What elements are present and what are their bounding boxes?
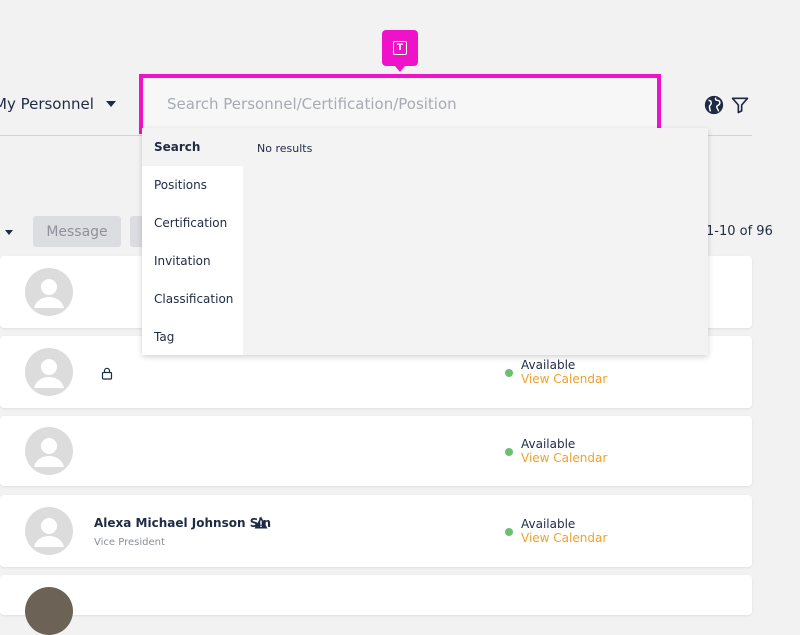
scope-label: My Personnel [0, 95, 94, 113]
availability-status: Available [521, 517, 576, 531]
category-positions[interactable]: Positions [142, 166, 243, 204]
lock-icon [101, 367, 113, 380]
person-name[interactable]: Alexa Michael Johnson Sln [94, 516, 271, 530]
search-box[interactable] [139, 74, 661, 134]
user-placeholder-icon [34, 518, 64, 547]
globe-icon[interactable] [703, 94, 725, 116]
avatar [25, 268, 73, 316]
warning-icon [254, 516, 268, 529]
chevron-down-icon [105, 101, 116, 107]
category-search[interactable]: Search [142, 128, 243, 166]
pagination-count: 1-10 of 96 [706, 224, 773, 239]
message-button[interactable]: Message [33, 216, 121, 247]
personnel-card[interactable]: Alexa Michael Johnson Sln Vice President… [0, 495, 752, 567]
no-results-text: No results [257, 142, 313, 155]
view-calendar-link[interactable]: View Calendar [521, 372, 607, 386]
avatar [25, 587, 73, 635]
search-dropdown: Search Positions Certification Invitatio… [142, 128, 708, 355]
category-invitation[interactable]: Invitation [142, 242, 243, 280]
category-certification[interactable]: Certification [142, 204, 243, 242]
bulk-select-chevron-icon[interactable] [5, 230, 13, 235]
user-placeholder-icon [34, 279, 64, 308]
availability-status: Available [521, 437, 576, 451]
user-placeholder-icon [34, 438, 64, 467]
person-title: Vice President [94, 537, 165, 548]
personnel-scope-selector[interactable]: My Personnel [0, 95, 116, 113]
avatar [25, 427, 73, 475]
availability-status: Available [521, 358, 576, 372]
status-dot [505, 528, 513, 536]
filter-icon[interactable] [730, 95, 750, 115]
text-field-icon: T [382, 30, 418, 72]
status-dot [505, 448, 513, 456]
avatar [25, 348, 73, 396]
category-list: Search Positions Certification Invitatio… [142, 128, 243, 355]
view-calendar-link[interactable]: View Calendar [521, 451, 607, 465]
user-placeholder-icon [34, 359, 64, 388]
status-dot [505, 369, 513, 377]
category-tag[interactable]: Tag [142, 318, 243, 355]
view-calendar-link[interactable]: View Calendar [521, 531, 607, 545]
category-classification[interactable]: Classification [142, 280, 243, 318]
personnel-card[interactable]: Available View Calendar [0, 416, 752, 486]
avatar [25, 507, 73, 555]
search-input[interactable] [143, 78, 657, 130]
personnel-card[interactable] [0, 575, 752, 635]
